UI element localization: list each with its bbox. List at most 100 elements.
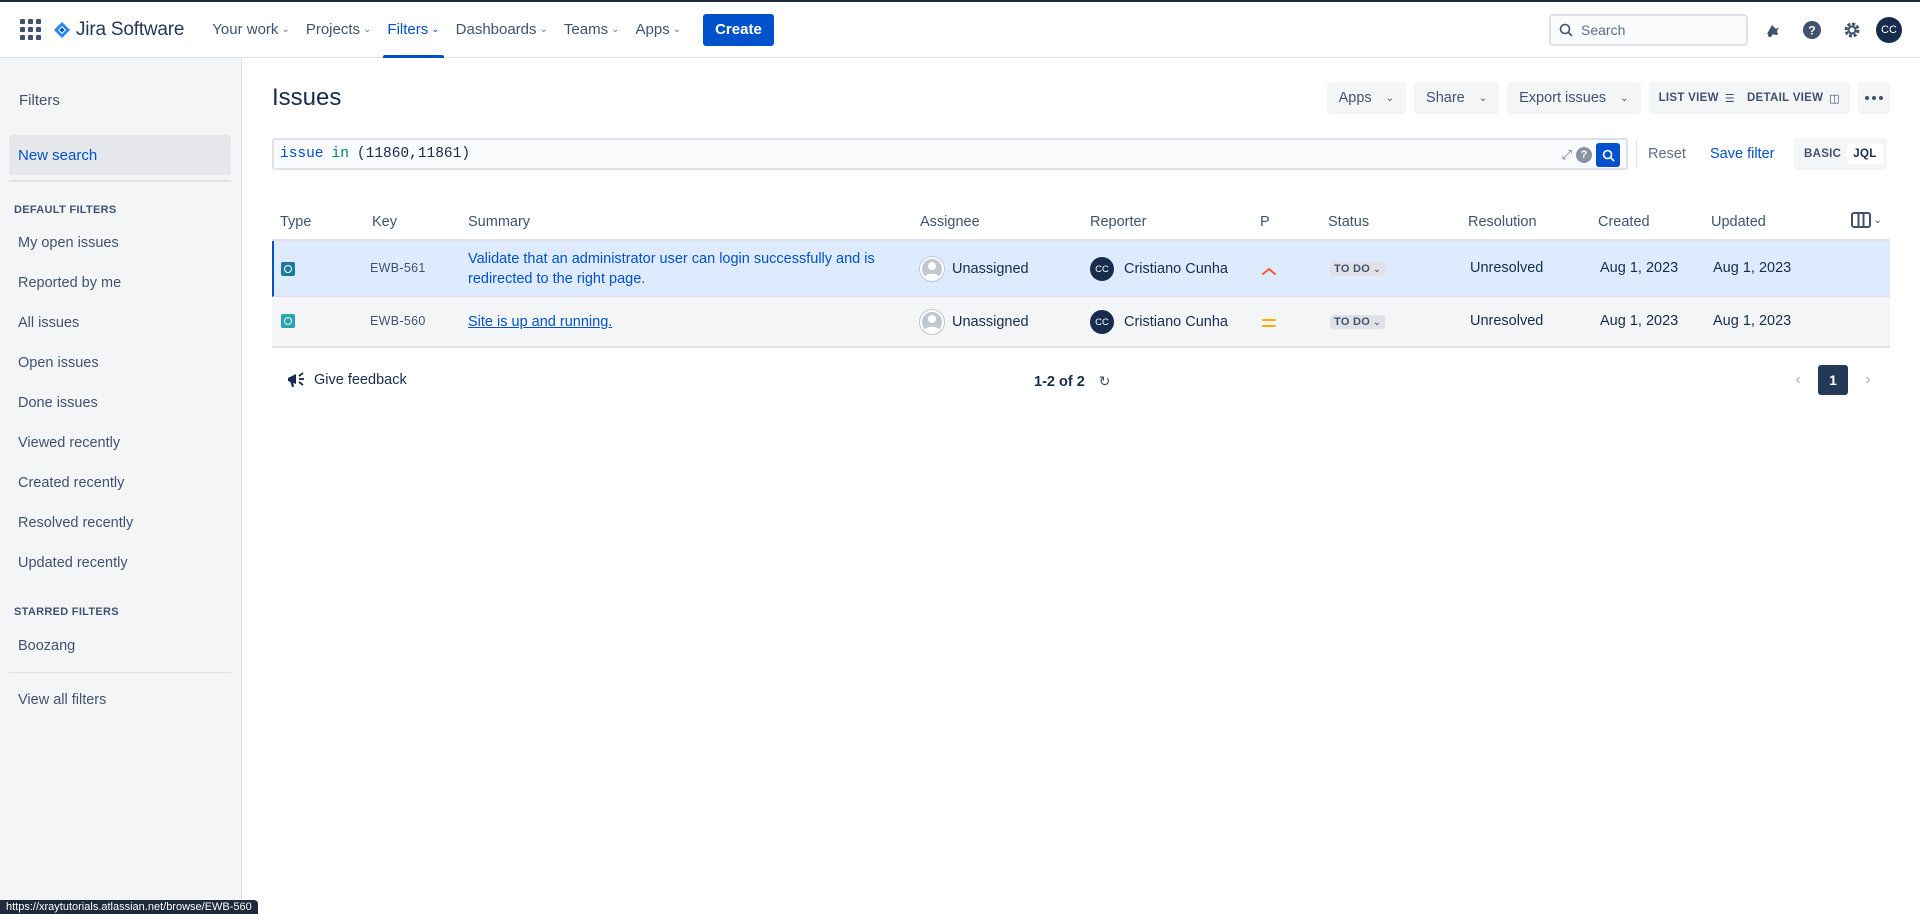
sidebar-item-new-search[interactable]: New search bbox=[9, 135, 231, 175]
chevron-down-icon: ⌄ bbox=[1385, 92, 1395, 104]
sidebar-item-updated-recently[interactable]: Updated recently bbox=[18, 555, 128, 571]
jql-mode-button[interactable]: JQL bbox=[1847, 144, 1883, 164]
chevron-down-icon: ⌄ bbox=[363, 24, 372, 35]
reporter-name: Cristiano Cunha bbox=[1124, 260, 1228, 277]
column-assignee[interactable]: Assignee bbox=[920, 214, 980, 230]
sidebar-item-reported-by-me[interactable]: Reported by me bbox=[18, 275, 121, 291]
refresh-icon[interactable]: ↻ bbox=[1099, 373, 1111, 390]
table-row[interactable]: EWB-561 Validate that an administrator u… bbox=[272, 241, 1890, 297]
jql-value: (11860,11861) bbox=[356, 146, 471, 162]
sidebar-item-done-issues[interactable]: Done issues bbox=[18, 395, 98, 411]
list-view-button[interactable]: LIST VIEW ☰ bbox=[1653, 92, 1741, 105]
more-actions-button[interactable] bbox=[1858, 82, 1890, 114]
detail-view-label: DETAIL VIEW bbox=[1746, 92, 1824, 104]
assignee-cell[interactable]: Unassigned bbox=[920, 257, 1029, 281]
reset-button[interactable]: Reset bbox=[1648, 146, 1686, 162]
nav-apps[interactable]: Apps ⌄ bbox=[628, 2, 690, 58]
jql-search-button[interactable] bbox=[1596, 143, 1620, 167]
issues-toolbar: Apps ⌄ Share ⌄ Export issues ⌄ LIST VIEW ☰ D… bbox=[1319, 82, 1890, 114]
reporter-cell[interactable]: CC Cristiano Cunha bbox=[1090, 257, 1228, 281]
column-key[interactable]: Key bbox=[372, 214, 397, 230]
issue-summary[interactable]: Validate that an administrator user can … bbox=[468, 249, 898, 289]
nav-dashboards[interactable]: Dashboards ⌄ bbox=[448, 2, 556, 58]
columns-icon bbox=[1850, 212, 1871, 228]
give-feedback-button[interactable]: Give feedback bbox=[286, 371, 407, 389]
issue-summary[interactable]: Site is up and running. bbox=[468, 312, 898, 332]
view-toggle: LIST VIEW ☰ DETAIL VIEW ◫ bbox=[1648, 82, 1850, 114]
unassigned-avatar-icon bbox=[920, 310, 944, 334]
status-dropdown[interactable]: TO DO ⌄ bbox=[1330, 315, 1385, 329]
created-cell: Aug 1, 2023 bbox=[1600, 313, 1679, 329]
status-cell: TO DO ⌄ bbox=[1330, 260, 1385, 276]
jql-operator: in bbox=[331, 146, 349, 162]
basic-mode-button[interactable]: BASIC bbox=[1798, 144, 1847, 164]
divider bbox=[1636, 140, 1637, 168]
issue-key[interactable]: EWB-560 bbox=[370, 314, 426, 328]
chevron-left-icon[interactable]: ‹ bbox=[1784, 371, 1812, 389]
chevron-down-icon: ⌄ bbox=[539, 24, 548, 35]
sidebar-item-boozang[interactable]: Boozang bbox=[18, 638, 75, 654]
chevron-down-icon: ⌄ bbox=[1373, 316, 1381, 327]
column-created[interactable]: Created bbox=[1598, 214, 1650, 230]
jql-help-icon[interactable]: ? bbox=[1576, 147, 1592, 163]
column-resolution[interactable]: Resolution bbox=[1468, 214, 1537, 230]
created-cell: Aug 1, 2023 bbox=[1600, 260, 1679, 276]
column-reporter[interactable]: Reporter bbox=[1090, 214, 1146, 230]
jql-query-input[interactable]: issue in (11860,11861) ⤢ ? bbox=[272, 138, 1628, 170]
save-filter-button[interactable]: Save filter bbox=[1710, 146, 1774, 162]
assignee-cell[interactable]: Unassigned bbox=[920, 310, 1029, 334]
column-summary[interactable]: Summary bbox=[468, 214, 530, 230]
share-button[interactable]: Share ⌄ bbox=[1414, 82, 1500, 114]
column-picker-button[interactable]: ⌄ bbox=[1850, 212, 1882, 228]
chevron-down-icon: ⌄ bbox=[1620, 92, 1629, 104]
column-priority[interactable]: P bbox=[1260, 214, 1270, 230]
issue-key[interactable]: EWB-561 bbox=[370, 261, 426, 275]
reporter-avatar: CC bbox=[1090, 257, 1114, 281]
page-number[interactable]: 1 bbox=[1818, 365, 1848, 395]
nav-teams[interactable]: Teams ⌄ bbox=[556, 2, 628, 58]
nav-filters[interactable]: Filters ⌄ bbox=[379, 2, 447, 58]
column-type[interactable]: Type bbox=[280, 214, 311, 230]
table-row[interactable]: EWB-560 Site is up and running. Unassign… bbox=[272, 297, 1890, 348]
nav-projects[interactable]: Projects ⌄ bbox=[298, 2, 380, 58]
detail-view-button[interactable]: DETAIL VIEW ◫ bbox=[1741, 92, 1846, 105]
issues-table: Type Key Summary Assignee Reporter P Sta… bbox=[272, 208, 1890, 412]
notifications-button[interactable] bbox=[1756, 14, 1788, 46]
jira-logo[interactable]: Jira Software bbox=[54, 15, 184, 45]
updated-cell: Aug 1, 2023 bbox=[1713, 260, 1792, 276]
sidebar-item-resolved-recently[interactable]: Resolved recently bbox=[18, 515, 133, 531]
status-dropdown[interactable]: TO DO ⌄ bbox=[1330, 262, 1385, 276]
jql-keyword: issue bbox=[280, 146, 324, 162]
nav-your-work[interactable]: Your work ⌄ bbox=[204, 2, 298, 58]
nav-right: Search ? CC bbox=[1549, 14, 1902, 46]
resolution-cell: Unresolved bbox=[1470, 260, 1544, 276]
chevron-right-icon[interactable]: › bbox=[1854, 371, 1882, 389]
sidebar-item-my-open-issues[interactable]: My open issues bbox=[18, 235, 119, 251]
create-button[interactable]: Create bbox=[703, 13, 774, 46]
resolution-cell: Unresolved bbox=[1470, 313, 1544, 329]
primary-nav: Your work ⌄ Projects ⌄ Filters ⌄ Dashboards… bbox=[204, 2, 774, 58]
megaphone-icon bbox=[288, 372, 304, 387]
column-updated[interactable]: Updated bbox=[1711, 214, 1766, 230]
export-issues-button[interactable]: Export issues ⌄ bbox=[1507, 82, 1641, 114]
share-label: Share bbox=[1426, 90, 1465, 106]
chevron-down-icon: ⌄ bbox=[431, 24, 440, 35]
settings-button[interactable] bbox=[1836, 14, 1868, 46]
sidebar-item-open-issues[interactable]: Open issues bbox=[18, 355, 99, 371]
sidebar-item-viewed-recently[interactable]: Viewed recently bbox=[18, 435, 120, 451]
nav-label: Dashboards bbox=[455, 21, 537, 38]
help-button[interactable]: ? bbox=[1796, 14, 1828, 46]
user-avatar[interactable]: CC bbox=[1876, 17, 1902, 43]
search-placeholder: Search bbox=[1581, 22, 1626, 38]
expand-icon[interactable]: ⤢ bbox=[1562, 148, 1572, 163]
sidebar-item-created-recently[interactable]: Created recently bbox=[18, 475, 124, 491]
sidebar-item-view-all-filters[interactable]: View all filters bbox=[18, 692, 106, 708]
global-search-input[interactable]: Search bbox=[1549, 14, 1748, 46]
column-status[interactable]: Status bbox=[1328, 214, 1369, 230]
sidebar-item-all-issues[interactable]: All issues bbox=[18, 315, 79, 331]
status-cell: TO DO ⌄ bbox=[1330, 313, 1385, 329]
reporter-cell[interactable]: CC Cristiano Cunha bbox=[1090, 310, 1228, 334]
app-switcher-icon[interactable] bbox=[18, 18, 42, 42]
notifications-icon bbox=[1767, 25, 1779, 37]
apps-dropdown-button[interactable]: Apps ⌄ bbox=[1326, 82, 1407, 114]
